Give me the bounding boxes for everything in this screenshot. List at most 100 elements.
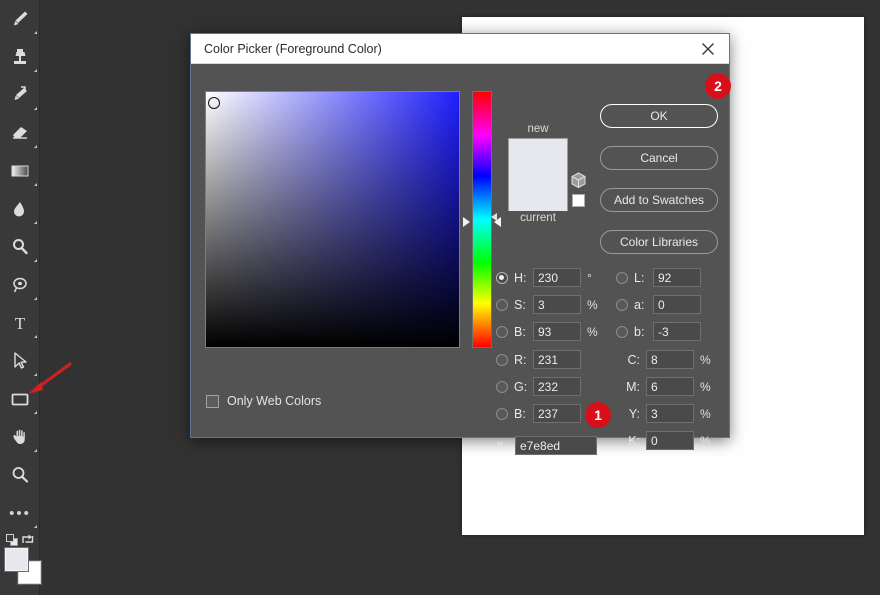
input-c[interactable] [646, 350, 694, 369]
label-rgb-b: B: [514, 407, 533, 421]
tool-blur[interactable] [0, 190, 40, 228]
label-g: G: [514, 380, 533, 394]
radio-g[interactable] [496, 381, 508, 393]
input-k[interactable] [646, 431, 694, 450]
tool-more-options[interactable]: ••• [0, 494, 40, 532]
cube-icon[interactable] [570, 172, 587, 189]
radio-b-brightness[interactable] [496, 326, 508, 338]
tool-corner-marker [34, 183, 37, 186]
field-row-y: Y: % [616, 400, 741, 427]
field-row-c: C: % [616, 346, 741, 373]
field-row-k: K: % [616, 427, 741, 454]
radio-lab-b[interactable] [616, 326, 628, 338]
gamut-warning-group [567, 172, 589, 207]
tool-corner-marker [34, 449, 37, 452]
blur-icon [9, 198, 31, 220]
radio-s[interactable] [496, 299, 508, 311]
tool-zoom[interactable] [0, 456, 40, 494]
preview-box [508, 138, 568, 211]
only-web-colors-label: Only Web Colors [227, 394, 321, 408]
tool-gradient[interactable] [0, 152, 40, 190]
input-m[interactable] [646, 377, 694, 396]
input-h[interactable] [533, 268, 581, 287]
tool-quick-mask[interactable] [0, 590, 40, 595]
hex-field[interactable] [515, 436, 597, 455]
ok-button[interactable]: OK [600, 104, 718, 128]
input-y[interactable] [646, 404, 694, 423]
new-color-swatch[interactable] [509, 139, 567, 175]
label-c: C: [616, 353, 640, 367]
input-g[interactable] [533, 377, 581, 396]
tool-hand[interactable] [0, 418, 40, 456]
input-l[interactable] [653, 268, 701, 287]
sv-picker-marker[interactable] [208, 97, 220, 109]
cmyk-group: C: % M: % Y: % K: [616, 346, 741, 454]
only-web-colors-checkbox[interactable] [206, 395, 219, 408]
new-color-label: new [501, 122, 575, 137]
foreground-color-swatch[interactable] [5, 548, 28, 571]
radio-a[interactable] [616, 299, 628, 311]
label-h: H: [514, 271, 533, 285]
tool-history-brush[interactable] [0, 76, 40, 114]
swap-colors-icon[interactable] [21, 533, 35, 546]
radio-h[interactable] [496, 272, 508, 284]
input-rgb-b[interactable] [533, 404, 581, 423]
tool-dodge[interactable] [0, 228, 40, 266]
tool-corner-marker [34, 145, 37, 148]
saturation-brightness-field[interactable] [205, 91, 460, 348]
cancel-button[interactable]: Cancel [600, 146, 718, 170]
tool-eraser[interactable] [0, 114, 40, 152]
unit-k: % [700, 434, 716, 448]
close-icon[interactable] [695, 36, 721, 62]
type-icon: T [9, 312, 31, 334]
default-colors-icon[interactable] [6, 534, 17, 545]
tool-corner-marker [34, 259, 37, 262]
current-color-label: current [501, 211, 575, 226]
color-libraries-button[interactable]: Color Libraries [600, 230, 718, 254]
input-s[interactable] [533, 295, 581, 314]
input-r[interactable] [533, 350, 581, 369]
dialog-buttons: OK Cancel Add to Swatches Color Librarie… [600, 104, 718, 272]
radio-rgb-b[interactable] [496, 408, 508, 420]
field-row-r: R: [496, 346, 616, 373]
field-row-s: S: % [496, 291, 616, 318]
hue-slider-handle-left[interactable] [463, 217, 470, 227]
web-safe-color-swatch[interactable] [572, 194, 585, 207]
screenshot-root: T • [0, 0, 880, 595]
color-picker-dialog: Color Picker (Foreground Color) [190, 33, 730, 438]
tool-pen[interactable] [0, 266, 40, 304]
tool-type[interactable]: T [0, 304, 40, 342]
annotation-badge-2: 2 [705, 73, 731, 99]
unit-y: % [700, 407, 716, 421]
tool-clone-stamp[interactable] [0, 38, 40, 76]
label-b-brightness: B: [514, 325, 533, 339]
field-row-l: L: [616, 264, 741, 291]
hand-icon [9, 426, 31, 448]
tool-brush[interactable] [0, 0, 40, 38]
input-lab-b[interactable] [653, 322, 701, 341]
hue-slider[interactable] [472, 91, 492, 348]
dialog-titlebar[interactable]: Color Picker (Foreground Color) [191, 34, 729, 64]
input-a[interactable] [653, 295, 701, 314]
input-b-brightness[interactable] [533, 322, 581, 341]
unit-m: % [700, 380, 716, 394]
tools-panel: T • [0, 0, 40, 595]
current-color-marker [491, 213, 497, 221]
radio-r[interactable] [496, 354, 508, 366]
lab-group: L: a: b: [616, 264, 741, 345]
add-to-swatches-button[interactable]: Add to Swatches [600, 188, 718, 212]
label-k: K: [616, 434, 640, 448]
field-row-a: a: [616, 291, 741, 318]
label-a: a: [634, 298, 653, 312]
clone-stamp-icon [9, 46, 31, 68]
only-web-colors-row[interactable]: Only Web Colors [206, 394, 321, 408]
dialog-body: new current OK Cancel Add to Swatch [191, 64, 729, 438]
pen-icon [9, 274, 31, 296]
hex-prefix-label: # [496, 439, 515, 453]
field-row-b-brightness: B: % [496, 318, 616, 345]
unit-c: % [700, 353, 716, 367]
radio-l[interactable] [616, 272, 628, 284]
label-m: M: [616, 380, 640, 394]
current-color-swatch[interactable] [509, 175, 567, 211]
field-row-m: M: % [616, 373, 741, 400]
